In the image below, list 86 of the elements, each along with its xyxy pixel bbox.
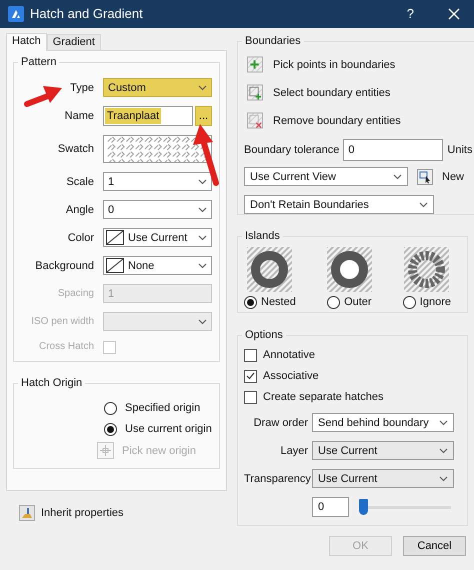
- input-field[interactable]: 0: [343, 139, 444, 161]
- group-title: Hatch Origin: [20, 376, 84, 390]
- pick-new-origin-label: Pick new origin: [122, 444, 196, 458]
- group-title: Islands: [244, 229, 281, 243]
- island-icon: [247, 247, 292, 292]
- dropdown[interactable]: Use Current View: [244, 167, 408, 186]
- action-link[interactable]: Select boundary entities: [273, 86, 390, 100]
- caret-icon: [419, 202, 428, 208]
- field-label: Spacing: [56, 286, 94, 300]
- radio-button[interactable]: [402, 296, 416, 308]
- field-label: Draw order: [252, 416, 308, 430]
- field-label: Layer: [279, 444, 308, 458]
- radio-label: Specified origin: [125, 401, 200, 415]
- radio-label: Nested: [261, 295, 296, 309]
- brush-icon[interactable]: [19, 505, 35, 521]
- checkbox-label: Create separate hatches: [263, 390, 384, 404]
- new-label: New: [442, 170, 464, 184]
- caret-icon: [198, 262, 207, 268]
- checkbox[interactable]: [244, 390, 257, 404]
- caret-icon: [198, 318, 207, 324]
- group-title: Boundaries: [244, 34, 302, 48]
- action-link[interactable]: Pick points in boundaries: [273, 58, 396, 72]
- caret-icon: [439, 448, 448, 454]
- dropdown[interactable]: Don't Retain Boundaries: [244, 195, 434, 214]
- field-label: Type: [69, 80, 94, 94]
- caret-icon: [393, 174, 402, 180]
- tab[interactable]: Gradient: [46, 34, 101, 50]
- caret-icon: [439, 476, 448, 482]
- island-icon: [404, 247, 450, 292]
- annotation-arrow: [193, 124, 219, 186]
- checkbox-label: Associative: [263, 369, 319, 383]
- group-title: Options: [244, 328, 284, 342]
- dropdown[interactable]: Custom: [103, 78, 212, 97]
- slider-thumb[interactable]: [359, 499, 368, 515]
- dropdown[interactable]: Use Current: [312, 469, 454, 488]
- checkbox[interactable]: [244, 370, 257, 382]
- radio-button[interactable]: [327, 296, 340, 308]
- checkbox[interactable]: [244, 348, 257, 362]
- select-window-icon[interactable]: [417, 168, 433, 184]
- radio-button[interactable]: [104, 422, 117, 436]
- annotation-arrow: [24, 86, 62, 107]
- tab[interactable]: Hatch: [6, 33, 47, 51]
- unit-label: Units: [447, 143, 472, 157]
- dropdown[interactable]: 1: [103, 172, 212, 191]
- caret-icon: [198, 84, 207, 90]
- app-icon: [8, 6, 24, 22]
- dialog-button[interactable]: Cancel: [403, 536, 466, 556]
- caret-icon: [198, 178, 207, 184]
- field-label: Boundary tolerance: [244, 143, 340, 157]
- radio-label: Outer: [344, 295, 372, 309]
- field-label: Scale: [65, 174, 94, 188]
- field-label: Swatch: [56, 142, 94, 156]
- dropdown[interactable]: Use Current: [312, 441, 454, 460]
- help-button[interactable]: ?: [406, 7, 414, 21]
- checkbox-label: Annotative: [263, 348, 315, 362]
- caret-icon: [198, 206, 207, 212]
- radio-label: Ignore: [420, 295, 451, 309]
- field-label: ISO pen width: [30, 314, 94, 328]
- island-icon: [326, 247, 372, 292]
- select-objects-icon[interactable]: [247, 84, 263, 101]
- input-field[interactable]: Traanplaat: [103, 106, 193, 126]
- radio-label: Use current origin: [125, 422, 212, 436]
- radio-button[interactable]: [244, 296, 257, 308]
- browse-button[interactable]: ...: [195, 106, 212, 126]
- dropdown[interactable]: None: [103, 256, 212, 275]
- caret-icon: [439, 420, 448, 426]
- color-swatch-icon: [106, 230, 124, 245]
- field-label: Name: [64, 109, 94, 123]
- dropdown[interactable]: 0: [103, 200, 212, 219]
- field-label: Color: [66, 230, 94, 244]
- input-field[interactable]: 0: [312, 497, 349, 517]
- caret-icon: [198, 234, 207, 240]
- action-link[interactable]: Remove boundary entities: [273, 114, 401, 128]
- field-label: Background: [34, 258, 94, 272]
- radio-button[interactable]: [104, 402, 117, 414]
- field-label: Cross Hatch: [38, 340, 94, 354]
- close-icon[interactable]: [448, 8, 460, 20]
- window-title: Hatch and Gradient: [30, 7, 144, 21]
- color-swatch-icon: [106, 258, 124, 273]
- dropdown[interactable]: Send behind boundary: [312, 413, 454, 432]
- pick-points-icon[interactable]: [247, 56, 263, 73]
- inherit-properties-label: Inherit properties: [41, 506, 124, 520]
- remove-objects-icon[interactable]: [247, 112, 263, 129]
- group-title: Pattern: [20, 55, 58, 69]
- field-label: Angle: [64, 202, 94, 216]
- dropdown[interactable]: Use Current: [103, 228, 212, 247]
